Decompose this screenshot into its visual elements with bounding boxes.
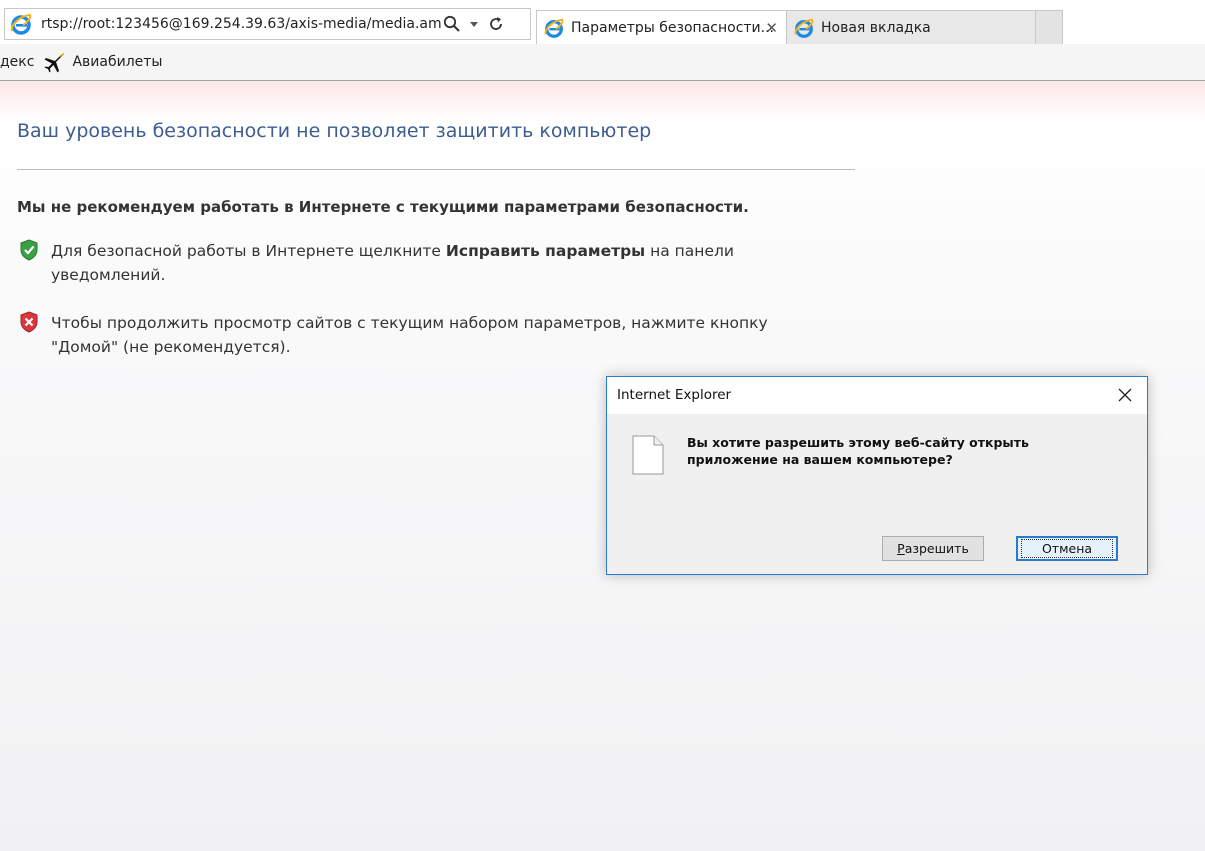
fix-settings-link-text: Исправить параметры xyxy=(445,242,646,260)
cancel-button-label: Отмена xyxy=(1020,539,1114,558)
internet-explorer-icon xyxy=(794,18,814,38)
address-text[interactable]: rtsp://root:123456@169.254.39.63/axis-me… xyxy=(41,16,441,32)
bullet-text: Чтобы продолжить просмотр сайтов с текущ… xyxy=(51,314,768,356)
dropdown-arrow-icon[interactable] xyxy=(463,13,485,35)
new-tab-button[interactable] xyxy=(1035,10,1063,44)
divider xyxy=(17,169,855,170)
open-application-dialog: Internet Explorer Вы хотите разрешить эт… xyxy=(606,376,1148,575)
fix-settings-bullet: Для безопасной работы в Интернете щелкни… xyxy=(19,239,799,287)
document-icon xyxy=(632,435,664,475)
allow-button[interactable]: Разрешить xyxy=(882,536,984,561)
browser-chrome: rtsp://root:123456@169.254.39.63/axis-me… xyxy=(0,0,1205,44)
dialog-titlebar[interactable]: Internet Explorer xyxy=(607,377,1147,414)
refresh-icon[interactable] xyxy=(485,13,507,35)
airplane-icon xyxy=(44,53,65,73)
tab-label: Новая вкладка xyxy=(821,19,931,36)
search-icon[interactable] xyxy=(441,13,463,35)
allow-button-label: Разрешить xyxy=(897,541,969,556)
cancel-button[interactable]: Отмена xyxy=(1016,536,1118,561)
dialog-message: Вы хотите разрешить этому веб-сайту откр… xyxy=(687,435,1029,467)
internet-explorer-icon xyxy=(10,13,32,35)
close-icon[interactable] xyxy=(1111,381,1139,409)
dialog-title: Internet Explorer xyxy=(617,387,732,403)
favorite-item-aviabilety[interactable]: Авиабилеты xyxy=(42,50,162,74)
address-bar[interactable]: rtsp://root:123456@169.254.39.63/axis-me… xyxy=(4,8,531,40)
favorite-label: Авиабилеты xyxy=(72,54,163,70)
tab-security-settings[interactable]: Параметры безопасности... ✕ xyxy=(536,10,787,44)
red-shield-x-icon xyxy=(20,311,38,333)
favorites-bar: декс Авиабилеты xyxy=(0,44,1205,81)
favorite-item-yandex[interactable]: декс xyxy=(0,54,34,70)
internet-explorer-icon xyxy=(544,18,564,38)
bullet-text: Для безопасной работы в Интернете щелкни… xyxy=(51,239,799,287)
green-shield-check-icon xyxy=(20,239,38,261)
tab-label: Параметры безопасности... xyxy=(571,19,774,36)
warning-text: Мы не рекомендуем работать в Интернете с… xyxy=(17,198,749,216)
bullet-text-before: Для безопасной работы в Интернете щелкни… xyxy=(51,242,446,260)
home-button-bullet: Чтобы продолжить просмотр сайтов с текущ… xyxy=(19,311,799,359)
tab-new-tab[interactable]: Новая вкладка xyxy=(786,10,1036,44)
page-title: Ваш уровень безопасности не позволяет за… xyxy=(17,120,652,142)
close-tab-icon[interactable]: ✕ xyxy=(765,19,778,37)
